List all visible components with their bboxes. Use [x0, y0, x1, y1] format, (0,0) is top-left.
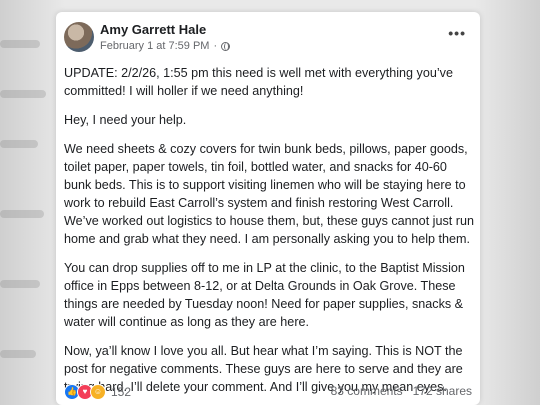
background-text-blur [0, 90, 46, 98]
post-paragraph-update: UPDATE: 2/2/26, 1:55 pm this need is wel… [64, 66, 453, 98]
comments-count[interactable]: 83 comments [331, 384, 403, 398]
post-paragraph-needs: We need sheets & cozy covers for twin bu… [64, 142, 474, 246]
post-footer: 👍 ♥ ☺ 152 83 comments 172 shares [64, 384, 472, 404]
post-header: Amy Garrett Hale February 1 at 7:59 PM ·… [64, 20, 472, 60]
care-icon: ☺ [90, 384, 106, 400]
post-paragraph-greeting: Hey, I need your help. [64, 113, 187, 127]
background-text-blur [0, 140, 38, 148]
post-timestamp[interactable]: February 1 at 7:59 PM [100, 40, 209, 52]
meta-separator: · [213, 40, 218, 52]
author-avatar[interactable] [64, 22, 94, 52]
author-name[interactable]: Amy Garrett Hale [100, 22, 206, 37]
more-options-icon[interactable]: ••• [448, 26, 466, 40]
globe-icon[interactable] [221, 41, 231, 51]
post-paragraph-dropoff: You can drop supplies off to me in LP at… [64, 261, 465, 329]
post-meta: February 1 at 7:59 PM · [100, 40, 231, 52]
background-text-blur [0, 350, 36, 358]
background-text-blur [0, 40, 40, 48]
reactions-summary[interactable]: 👍 ♥ ☺ 152 [64, 384, 131, 400]
shares-count[interactable]: 172 shares [413, 384, 472, 398]
facebook-post-card: Amy Garrett Hale February 1 at 7:59 PM ·… [56, 12, 480, 405]
engagement-stats: 83 comments 172 shares [331, 384, 472, 398]
background-text-blur [0, 280, 40, 288]
background-text-blur [0, 210, 44, 218]
post-body: UPDATE: 2/2/26, 1:55 pm this need is wel… [64, 64, 474, 405]
reaction-count[interactable]: 152 [111, 385, 131, 399]
